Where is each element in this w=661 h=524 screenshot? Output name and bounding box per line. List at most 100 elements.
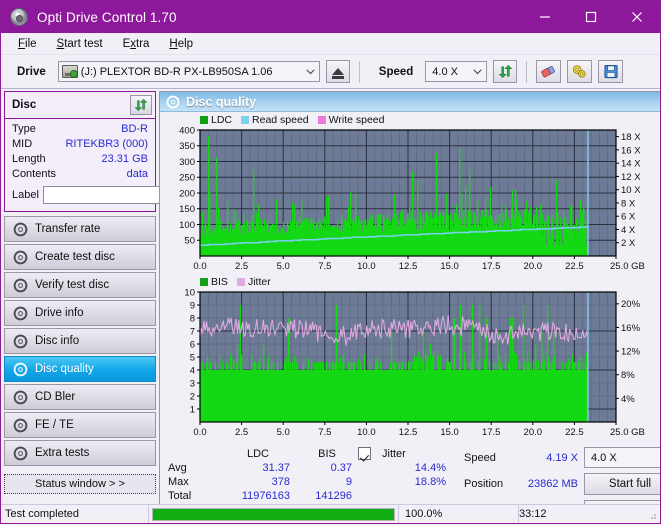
settings-button[interactable] — [567, 60, 593, 83]
sidebar-item-verify-test-disc[interactable]: Verify test disc — [4, 272, 156, 298]
stat-row-key-avg: Avg — [168, 462, 187, 474]
sidebar-item-label: Disc quality — [35, 363, 94, 375]
refresh-button[interactable] — [493, 60, 518, 83]
svg-text:20%: 20% — [621, 299, 641, 310]
stat-row-key-total: Total — [168, 490, 192, 502]
drive-select-value: (J:) PLEXTOR BD-R PX-LB950SA 1.06 — [80, 65, 273, 78]
svg-text:0.0: 0.0 — [193, 261, 206, 272]
disc-icon — [13, 390, 28, 404]
position-stat-label: Position — [464, 478, 504, 491]
maximize-button[interactable] — [568, 1, 614, 33]
svg-text:17.5: 17.5 — [482, 427, 501, 438]
stat-avg-ldc: 31.37 — [262, 462, 290, 474]
drive-select[interactable]: (J:) PLEXTOR BD-R PX-LB950SA 1.06 — [57, 61, 320, 82]
svg-text:10.0: 10.0 — [357, 427, 376, 438]
svg-text:12.5: 12.5 — [399, 261, 418, 272]
svg-text:20.0: 20.0 — [524, 261, 543, 272]
legend-item-ldc: LDC — [200, 114, 232, 126]
jitter-checkbox-wrap — [358, 447, 380, 460]
run-row-speed: Speed 4.19 X — [464, 447, 584, 469]
sidebar-item-label: Extra tests — [35, 447, 90, 459]
sidebar-item-cd-bler[interactable]: CD Bler — [4, 384, 156, 410]
erase-button[interactable] — [536, 60, 562, 83]
disc-refresh-button[interactable] — [130, 95, 152, 115]
resize-grip-icon[interactable] — [647, 510, 657, 520]
disc-icon — [13, 278, 28, 292]
sidebar: Disc Type BD-R MID RITEKBR3 (000) Length… — [1, 89, 252, 498]
start-full-button[interactable]: Start full — [584, 473, 660, 495]
save-button[interactable] — [598, 60, 624, 83]
eject-button[interactable] — [325, 60, 350, 83]
menu-extra-rest: tra — [136, 37, 150, 50]
minimize-button[interactable] — [522, 1, 568, 33]
close-button[interactable] — [614, 1, 660, 33]
jitter-checkbox[interactable] — [358, 447, 371, 460]
sidebar-item-drive-info[interactable]: Drive info — [4, 300, 156, 326]
svg-text:15.0: 15.0 — [440, 261, 459, 272]
svg-text:5.0: 5.0 — [277, 261, 290, 272]
svg-text:12 X: 12 X — [621, 172, 641, 183]
svg-text:22.5: 22.5 — [565, 261, 584, 272]
test-speed-select[interactable]: 4.0 X — [584, 447, 660, 468]
legend-swatch — [241, 116, 250, 124]
svg-text:250: 250 — [179, 173, 195, 184]
legend-label: Write speed — [328, 114, 385, 126]
disc-panel-title: Disc — [12, 99, 37, 111]
disc-row-value: RITEKBR3 (000) — [65, 138, 148, 150]
sidebar-item-label: Disc info — [35, 335, 80, 347]
svg-text:6 X: 6 X — [621, 212, 636, 223]
legend-item-read-speed: Read speed — [241, 114, 309, 126]
legend-label: LDC — [211, 114, 233, 126]
svg-text:100: 100 — [179, 220, 195, 231]
svg-text:9: 9 — [190, 300, 195, 311]
svg-text:16%: 16% — [621, 323, 641, 334]
sidebar-item-transfer-rate[interactable]: Transfer rate — [4, 216, 156, 242]
sidebar-item-disc-info[interactable]: Disc info — [4, 328, 156, 354]
test-speed-value: 4.0 X — [591, 451, 617, 464]
svg-text:7.5: 7.5 — [318, 427, 331, 438]
stat-total-ldc: 11976163 — [241, 490, 290, 502]
speed-select[interactable]: 4.0 X — [425, 61, 488, 82]
sidebar-item-label: CD Bler — [35, 391, 76, 403]
svg-text:350: 350 — [179, 141, 195, 152]
menu-item-help[interactable]: Help — [160, 35, 202, 53]
disc-row-mid: MID RITEKBR3 (000) — [10, 137, 150, 152]
status-bar: Test completed 100.0% 33:12 — [1, 504, 660, 523]
disc-label-row: Label — [10, 182, 252, 207]
svg-text:400: 400 — [179, 127, 195, 136]
progress-bar — [149, 504, 399, 523]
svg-text:20.0: 20.0 — [524, 427, 543, 438]
menu-item-file[interactable]: File — [9, 35, 46, 53]
disc-icon — [13, 222, 28, 236]
disc-label-key: Label — [12, 189, 39, 201]
svg-text:14 X: 14 X — [621, 159, 641, 170]
sidebar-item-fe-te[interactable]: FE / TE — [4, 412, 156, 438]
toolbar-separator-2 — [526, 60, 528, 83]
sidebar-item-disc-quality[interactable]: Disc quality — [4, 356, 156, 382]
legend-item-bis: BIS — [200, 276, 228, 288]
menu-item-start-test[interactable]: Start test — [48, 35, 112, 53]
sidebar-item-create-test-disc[interactable]: Create test disc — [4, 244, 156, 270]
legend-swatch — [317, 116, 326, 124]
disc-icon — [13, 418, 28, 432]
svg-text:5: 5 — [190, 352, 195, 363]
refresh-icon — [498, 65, 513, 78]
disc-row-key: MID — [12, 138, 33, 150]
menu-help-rest: elp — [177, 37, 194, 50]
menu-item-extra[interactable]: Extra — [114, 35, 159, 53]
svg-text:0.0: 0.0 — [193, 427, 206, 438]
disc-row-key: Type — [12, 123, 36, 135]
stat-max-bis: 9 — [345, 476, 352, 488]
speed-stat-value: 4.19 X — [546, 451, 578, 464]
sidebar-item-extra-tests[interactable]: Extra tests — [4, 440, 156, 466]
toolbar-separator-1 — [358, 60, 360, 83]
legend-item-write-speed: Write speed — [317, 114, 385, 126]
disc-icon — [166, 95, 180, 108]
status-window-button[interactable]: Status window > > — [4, 474, 156, 494]
svg-text:5.0: 5.0 — [277, 427, 290, 438]
disc-row-value: 23.31 GB — [101, 153, 148, 165]
window-controls — [522, 1, 660, 33]
disc-icon — [13, 362, 28, 376]
eject-icon — [331, 68, 344, 79]
chevron-down-icon — [469, 68, 486, 75]
